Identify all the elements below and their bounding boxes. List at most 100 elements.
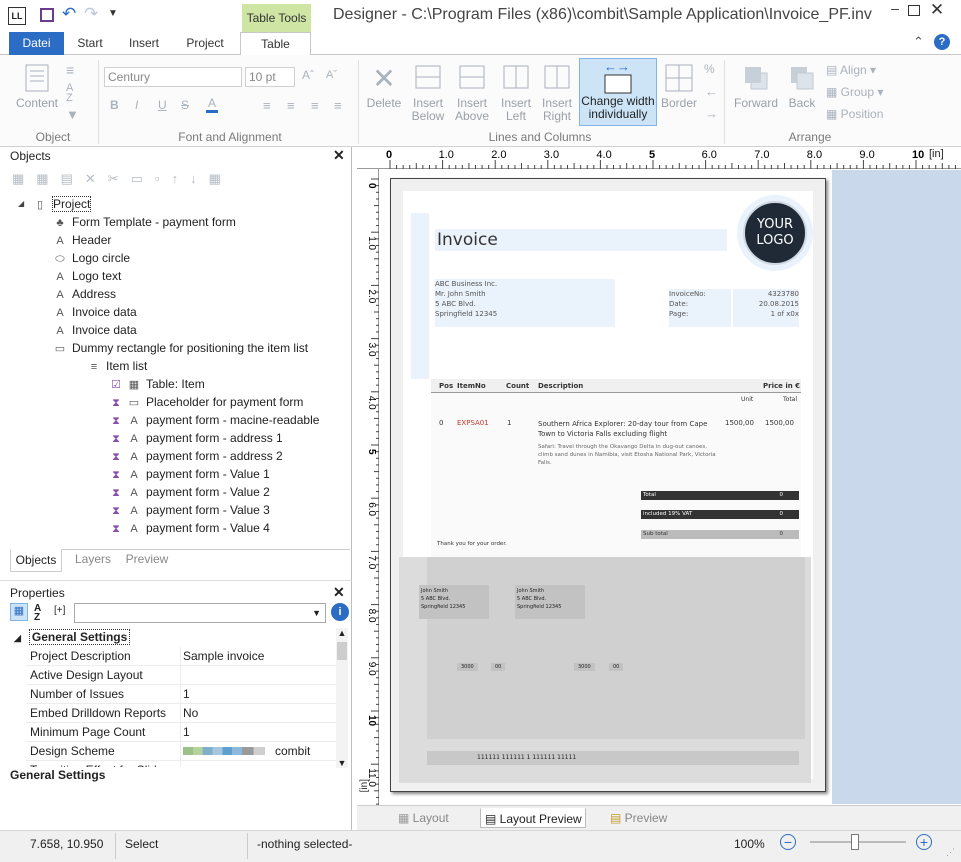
group-button[interactable]: ▦ Group ▾ xyxy=(826,85,883,99)
property-value[interactable]: 1 xyxy=(183,685,190,703)
help-icon[interactable]: ? xyxy=(934,34,950,50)
list-format-icon[interactable]: ≡ xyxy=(66,62,74,78)
expand-all-icon[interactable]: [+] xyxy=(54,605,65,616)
property-value[interactable]: combit xyxy=(183,742,310,760)
quick-access-dropdown-icon[interactable]: ▼ xyxy=(108,8,118,19)
content-button[interactable]: Content xyxy=(12,63,62,110)
property-row[interactable]: Embed Drilldown Reports No xyxy=(26,704,336,723)
close-button[interactable]: ✕ xyxy=(922,0,952,22)
tree-item[interactable]: ⧗ Apayment form - Value 2 xyxy=(110,483,270,501)
shrink-font-icon[interactable]: Aˇ xyxy=(326,69,337,81)
scrollbar-thumb[interactable] xyxy=(337,642,347,660)
payment-form-placeholder[interactable]: John Smith 5 ABC Blvd. Springfield 12345… xyxy=(399,557,811,783)
filter-icon[interactable]: ▼ xyxy=(66,107,79,122)
tree-item[interactable]: ◢ ▯ Project xyxy=(18,195,92,213)
undo-icon[interactable]: ↶ xyxy=(62,4,76,24)
tab-project[interactable]: Project xyxy=(177,32,233,55)
collapse-ribbon-icon[interactable]: ⌃ xyxy=(913,34,924,50)
property-value[interactable]: 1 xyxy=(183,723,190,741)
position-button[interactable]: ▦ Position xyxy=(826,107,883,121)
invoice-header[interactable]: Invoice xyxy=(435,229,727,251)
payment-form-value-3[interactable]: 3000 xyxy=(574,663,595,671)
font-color-button[interactable]: A xyxy=(206,96,219,113)
scrollbar-up-icon[interactable]: ▲ xyxy=(336,628,348,640)
underline-button[interactable]: U xyxy=(158,98,167,112)
bold-button[interactable]: B xyxy=(110,98,119,112)
justify-icon[interactable]: ≡ xyxy=(334,98,342,113)
dummy-rectangle[interactable] xyxy=(411,213,429,379)
property-row[interactable]: Minimum Page Count 1 xyxy=(26,723,336,742)
insert-above-button[interactable]: Insert Above xyxy=(452,63,492,123)
tab-preview-panel[interactable]: Preview xyxy=(122,552,172,566)
align-column-left-icon[interactable]: ← xyxy=(705,84,718,99)
property-group-header[interactable]: ◢ General Settings xyxy=(14,628,336,647)
font-size-combo[interactable]: 10 pt xyxy=(245,67,295,87)
property-value[interactable]: Sample invoice xyxy=(183,647,264,665)
align-center-icon[interactable]: ≡ xyxy=(287,98,295,113)
payment-form-value-1[interactable]: 3000 xyxy=(457,663,478,671)
align-right-icon[interactable]: ≡ xyxy=(311,98,319,113)
change-width-button[interactable]: ←→ Change width individually xyxy=(579,58,657,126)
tree-item[interactable]: A Invoice data xyxy=(54,303,136,321)
resize-grip-icon[interactable]: ⋰ xyxy=(946,847,955,858)
move-up-icon[interactable]: ↑ xyxy=(172,171,191,186)
tree-item[interactable]: ☑ ▦ Table: Item xyxy=(110,375,205,393)
font-name-combo[interactable]: Century xyxy=(104,67,242,87)
app-icon[interactable]: LL xyxy=(8,7,26,25)
properties-object-icon[interactable]: ▤ xyxy=(61,171,85,186)
payment-form-address-2[interactable]: John Smith 5 ABC Blvd. Springfield 12345 xyxy=(515,585,585,619)
property-scrollbar[interactable]: ▲ ▼ xyxy=(336,628,348,768)
tab-objects[interactable]: Objects xyxy=(10,549,62,572)
property-row[interactable]: Number of Issues 1 xyxy=(26,685,336,704)
tree-item[interactable]: A Header xyxy=(54,231,111,249)
payment-form-value-4[interactable]: 00 xyxy=(609,663,624,671)
close-properties-panel-icon[interactable]: ✕ xyxy=(333,584,345,601)
maximize-button[interactable] xyxy=(908,5,920,16)
tree-item[interactable]: A Invoice data xyxy=(54,321,136,339)
categorized-view-icon[interactable]: ▦ xyxy=(10,603,28,621)
checkbox-icon[interactable]: ☑ xyxy=(110,376,122,394)
table-object-icon[interactable]: ▦ xyxy=(36,171,60,186)
zoom-out-icon[interactable]: − xyxy=(780,834,796,850)
cut-icon[interactable]: ✂ xyxy=(108,171,131,186)
paste-icon[interactable]: ▫ xyxy=(155,171,172,186)
forward-button[interactable]: Forward xyxy=(732,63,780,110)
property-value[interactable]: No xyxy=(183,704,198,722)
insert-below-button[interactable]: Insert Below xyxy=(408,63,448,123)
tab-layers[interactable]: Layers xyxy=(68,552,118,566)
tree-item[interactable]: ⧗ Apayment form - address 1 xyxy=(110,429,283,447)
redo-icon[interactable]: ↷ xyxy=(84,4,98,24)
expand-icon[interactable]: ◢ xyxy=(18,195,24,213)
item-table[interactable]: Pos ItemNo Count Description Price in € … xyxy=(431,379,801,559)
insert-left-button[interactable]: Insert Left xyxy=(497,63,535,123)
copy-icon[interactable]: ▭ xyxy=(131,171,155,186)
sort-icon[interactable]: AZ xyxy=(66,83,73,104)
property-row[interactable]: Design Scheme combit xyxy=(26,742,336,761)
italic-button[interactable]: I xyxy=(135,98,138,112)
tree-item[interactable]: ⧗ Apayment form - address 2 xyxy=(110,447,283,465)
tree-item[interactable]: ⧗ Apayment form - macine-readable xyxy=(110,411,319,429)
invoice-meta-labels[interactable]: InvoiceNo: Date: Page: xyxy=(669,289,731,327)
tab-preview[interactable]: ▤ Preview xyxy=(610,808,700,828)
layout-canvas[interactable]: Invoice YOUR LOGO ABC Business Inc. Mr. … xyxy=(380,170,961,804)
page[interactable]: Invoice YOUR LOGO ABC Business Inc. Mr. … xyxy=(390,178,826,792)
close-objects-panel-icon[interactable]: ✕ xyxy=(333,147,345,164)
tree-item[interactable]: ▭ Dummy rectangle for positioning the ite… xyxy=(54,339,308,357)
save-icon[interactable] xyxy=(40,8,54,22)
payment-form-machine-readable[interactable]: 111111 111111 1 111111 11111 xyxy=(427,751,799,765)
address-block[interactable]: ABC Business Inc. Mr. John Smith 5 ABC B… xyxy=(435,279,615,327)
tab-layout[interactable]: ▦ Layout xyxy=(398,808,478,828)
property-row[interactable]: Project Description Sample invoice xyxy=(26,647,336,666)
zoom-slider-thumb[interactable] xyxy=(851,834,859,850)
percent-width-icon[interactable]: % xyxy=(704,62,715,76)
tree-item[interactable]: ♣ Form Template - payment form xyxy=(54,213,235,231)
sort-alpha-icon[interactable]: AZ xyxy=(34,604,41,623)
tab-start[interactable]: Start xyxy=(66,32,114,55)
logo-circle[interactable]: YOUR LOGO xyxy=(743,201,807,265)
tab-table[interactable]: Table xyxy=(240,32,311,56)
tree-item[interactable]: ⧗ Apayment form - Value 4 xyxy=(110,519,270,537)
property-filter-combo[interactable]: ▼ xyxy=(74,603,326,623)
payment-form-address-1[interactable]: John Smith 5 ABC Blvd. Springfield 12345 xyxy=(419,585,489,619)
extra-object-icon[interactable]: ▦ xyxy=(209,171,233,186)
tree-item[interactable]: ⧗ Apayment form - Value 1 xyxy=(110,465,270,483)
